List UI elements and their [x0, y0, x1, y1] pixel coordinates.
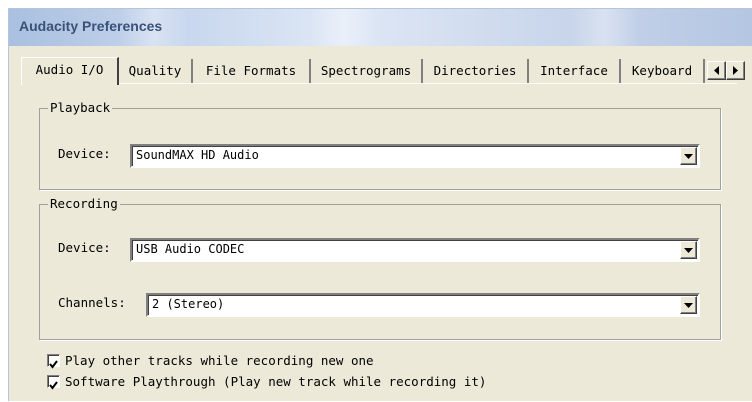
- recording-channels-select[interactable]: 2 (Stereo): [146, 293, 700, 317]
- software-playthrough-checkbox[interactable]: [47, 375, 60, 390]
- tab-scroll-right-button[interactable]: [726, 61, 745, 80]
- tab-label: Directories: [433, 63, 517, 78]
- tab-page-audio-io: Playback Device: SoundMAX HD Audio Recor…: [21, 83, 737, 402]
- chevron-down-icon: [684, 247, 693, 253]
- tab-file-formats[interactable]: File Formats: [193, 59, 311, 83]
- chevron-down-icon: [684, 302, 693, 308]
- tab-directories[interactable]: Directories: [423, 59, 529, 83]
- software-playthrough-label: Software Playthrough (Play new track whi…: [65, 374, 487, 389]
- title-bar[interactable]: Audacity Preferences: [9, 9, 752, 46]
- tab-label: Spectrograms: [320, 63, 412, 78]
- chevron-down-icon: [684, 153, 693, 159]
- checkmark-icon: [49, 381, 58, 390]
- tab-quality[interactable]: Quality: [119, 59, 193, 83]
- tab-scroll-control: [707, 61, 745, 80]
- playback-group: Playback Device: SoundMAX HD Audio: [39, 99, 721, 190]
- play-other-tracks-label: Play other tracks while recording new on…: [65, 353, 374, 368]
- playback-device-label: Device:: [58, 146, 111, 161]
- tab-label: Quality: [128, 63, 182, 78]
- recording-channels-dropdown-button[interactable]: [680, 296, 697, 314]
- playback-legend: Playback: [48, 99, 113, 117]
- titlebar-sheen: [309, 9, 379, 46]
- recording-device-select[interactable]: USB Audio CODEC: [130, 238, 700, 262]
- recording-channels-value: 2 (Stereo): [152, 297, 225, 311]
- tab-audio-io[interactable]: Audio I/O: [21, 57, 119, 85]
- playback-device-select[interactable]: SoundMAX HD Audio: [130, 144, 700, 168]
- recording-device-value: USB Audio CODEC: [136, 242, 245, 256]
- recording-device-dropdown-button[interactable]: [680, 241, 697, 259]
- tab-strip: Audio I/O Quality File Formats Spectrogr…: [21, 57, 752, 85]
- play-other-tracks-option[interactable]: Play other tracks while recording new on…: [47, 352, 467, 370]
- playback-device-value: SoundMAX HD Audio: [136, 148, 259, 162]
- checkmark-icon: [49, 360, 58, 369]
- recording-channels-label: Channels:: [58, 295, 126, 310]
- tab-label: File Formats: [205, 63, 297, 78]
- preferences-window: Audacity Preferences Audio I/O Quality F…: [8, 8, 752, 401]
- window-title: Audacity Preferences: [19, 18, 163, 34]
- playback-device-dropdown-button[interactable]: [680, 147, 697, 165]
- tab-label: Audio I/O: [35, 62, 104, 77]
- titlebar-sheen: [569, 9, 639, 46]
- arrow-left-icon: [714, 66, 719, 75]
- play-other-tracks-checkbox[interactable]: [47, 354, 60, 369]
- recording-device-label: Device:: [58, 240, 111, 255]
- tab-label: Keyboard: [631, 63, 693, 78]
- arrow-right-icon: [733, 66, 738, 75]
- recording-legend: Recording: [48, 195, 120, 213]
- tab-keyboard[interactable]: Keyboard: [621, 59, 705, 83]
- software-playthrough-option[interactable]: Software Playthrough (Play new track whi…: [47, 373, 547, 391]
- tab-spectrograms[interactable]: Spectrograms: [311, 59, 423, 83]
- tab-label: Interface: [540, 63, 608, 78]
- tab-scroll-left-button[interactable]: [707, 61, 726, 80]
- recording-group: Recording Device: USB Audio CODEC Channe…: [39, 195, 721, 340]
- tab-interface[interactable]: Interface: [529, 59, 621, 83]
